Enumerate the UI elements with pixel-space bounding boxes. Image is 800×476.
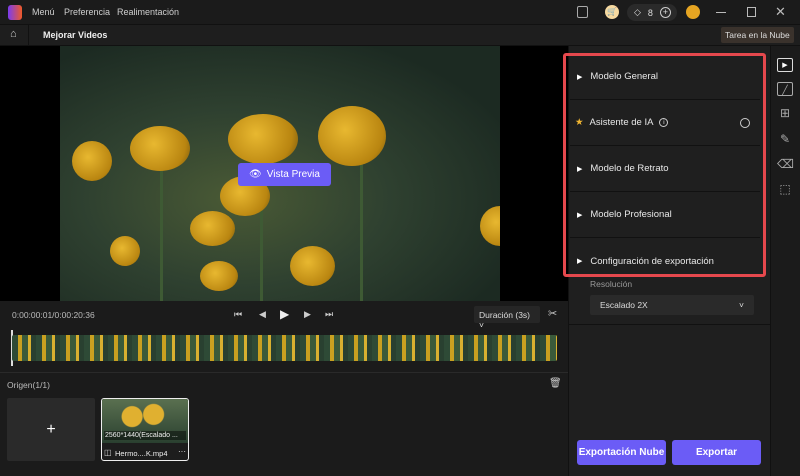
- clip-resolution: 2560*1440(Escalado ...: [104, 431, 186, 440]
- avatar[interactable]: [686, 5, 700, 19]
- add-media-button[interactable]: +: [7, 398, 95, 461]
- scissors-icon[interactable]: ✂: [548, 307, 557, 320]
- play-icon[interactable]: ▶: [280, 307, 289, 321]
- toolbar: ⌂ Mejorar Videos Tarea en la Nube: [0, 25, 800, 46]
- origin-label: Origen(1/1): [7, 380, 50, 390]
- timeline-track[interactable]: [12, 335, 557, 361]
- duration-select[interactable]: Duración (3s) ˅: [474, 306, 540, 330]
- video-preview: 👁 Vista Previa: [0, 46, 568, 301]
- home-icon[interactable]: ⌂: [10, 28, 17, 40]
- grid-plus-icon[interactable]: ⊞: [777, 106, 793, 120]
- eye-icon: 👁: [249, 169, 262, 180]
- cloud-task-button[interactable]: Tarea en la Nube: [721, 27, 794, 43]
- playback-controls: 0:00:00:01/0:00:20:36 ⏮ ◀ ▶ ▶ ⏭ Duración…: [0, 301, 568, 330]
- time-readout: 0:00:00:01/0:00:20:36: [12, 310, 95, 320]
- menu-preferences[interactable]: Preferencia: [64, 7, 110, 17]
- resolution-value: Escalado 2X: [600, 300, 648, 310]
- page-title: Mejorar Videos: [43, 30, 108, 40]
- resolution-select[interactable]: Escalado 2X ˅: [590, 295, 754, 315]
- cart-icon[interactable]: 🛒: [605, 5, 619, 19]
- chevron-down-icon: ˅: [739, 300, 744, 310]
- cloud-export-button[interactable]: Exportación Nube: [577, 440, 666, 465]
- screen-icon[interactable]: [577, 6, 588, 18]
- magic-select-icon[interactable]: ⬚: [777, 182, 793, 196]
- preview-label: Vista Previa: [266, 169, 320, 180]
- add-icon[interactable]: +: [659, 7, 671, 18]
- duration-value: Duración (3s): [479, 310, 531, 320]
- compare-icon: ◫: [104, 448, 112, 457]
- interpolation-icon[interactable]: ╱: [777, 82, 793, 96]
- next-frame-icon[interactable]: ▶: [304, 309, 311, 320]
- maximize-icon[interactable]: [747, 7, 756, 17]
- skip-start-icon[interactable]: ⏮: [234, 309, 242, 320]
- more-icon[interactable]: ···: [178, 447, 186, 456]
- resolution-label: Resolución: [590, 279, 633, 289]
- menu-menu[interactable]: Menú: [32, 7, 55, 17]
- clip-thumbnail[interactable]: 2560*1440(Escalado ... ◫ Hermo....K.mp4 …: [101, 398, 189, 461]
- clip-name: Hermo....K.mp4: [115, 449, 168, 458]
- title-bar: Menú Preferencia Realimentación 🛒 ◇ 8 + …: [0, 0, 800, 25]
- highlight-box: [563, 53, 766, 277]
- skip-end-icon[interactable]: ⏭: [325, 309, 333, 320]
- credits-count: 8: [647, 7, 653, 18]
- close-icon[interactable]: ✕: [775, 4, 786, 20]
- app-logo: [8, 5, 22, 20]
- trash-icon[interactable]: 🗑: [549, 378, 562, 389]
- preview-button[interactable]: 👁 Vista Previa: [238, 163, 331, 186]
- origin-panel: Origen(1/1) 🗑 + 2560*1440(Escalado ... ◫…: [0, 372, 568, 476]
- export-button[interactable]: Exportar: [672, 440, 761, 465]
- minimize-icon[interactable]: [716, 12, 726, 13]
- credits-pill[interactable]: ◇ 8 +: [627, 4, 677, 21]
- eraser-icon[interactable]: ⌫: [777, 157, 794, 171]
- video-enhance-icon[interactable]: ▶: [777, 58, 793, 72]
- diamond-icon: ◇: [634, 7, 641, 17]
- prev-frame-icon[interactable]: ◀: [259, 309, 266, 320]
- menu-feedback[interactable]: Realimentación: [117, 7, 179, 17]
- colorize-icon[interactable]: ✎: [777, 132, 793, 146]
